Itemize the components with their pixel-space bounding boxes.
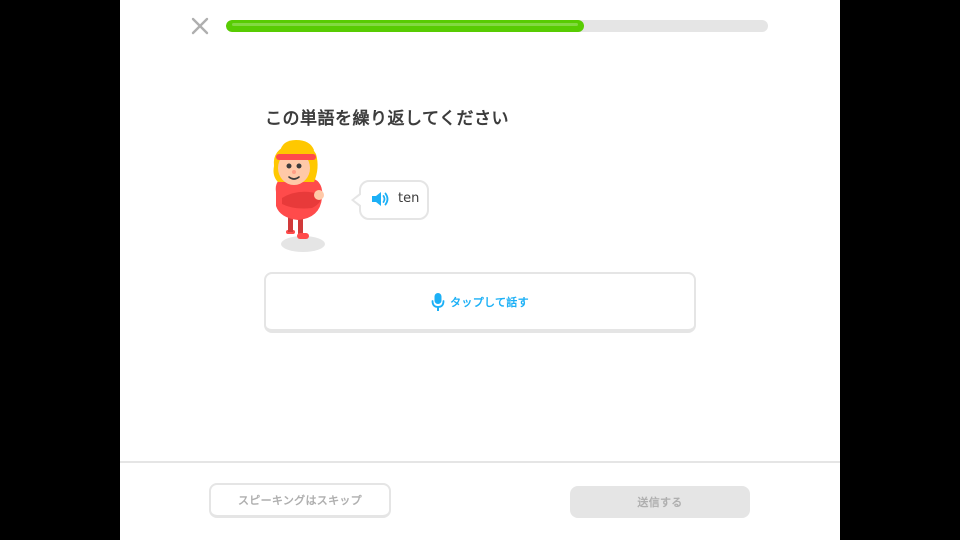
tap-to-speak-label: タップして話す: [450, 295, 529, 309]
send-button[interactable]: 送信する: [570, 486, 750, 518]
progress-bar: [226, 20, 768, 32]
progress-bar-fill: [226, 20, 584, 32]
close-button[interactable]: [188, 14, 212, 38]
skip-speaking-button[interactable]: スピーキングはスキップ: [209, 483, 391, 518]
speech-bubble-play-button[interactable]: ten: [351, 180, 429, 220]
bubble-word: ten: [398, 191, 420, 206]
prompt-title: この単語を繰り返してください: [265, 109, 509, 129]
close-icon[interactable]: [188, 14, 212, 38]
microphone-icon: [431, 292, 445, 311]
skip-speaking-label: スピーキングはスキップ: [238, 494, 362, 507]
send-label: 送信する: [637, 496, 683, 509]
speaker-icon[interactable]: [370, 190, 390, 208]
character-illustration: [268, 136, 348, 258]
tap-to-speak-button[interactable]: タップして話す: [264, 272, 696, 333]
footer-divider: [120, 461, 840, 463]
lesson-screen: この単語を繰り返してください ten タップして話す スピーキングはスキップ 送…: [120, 0, 840, 540]
